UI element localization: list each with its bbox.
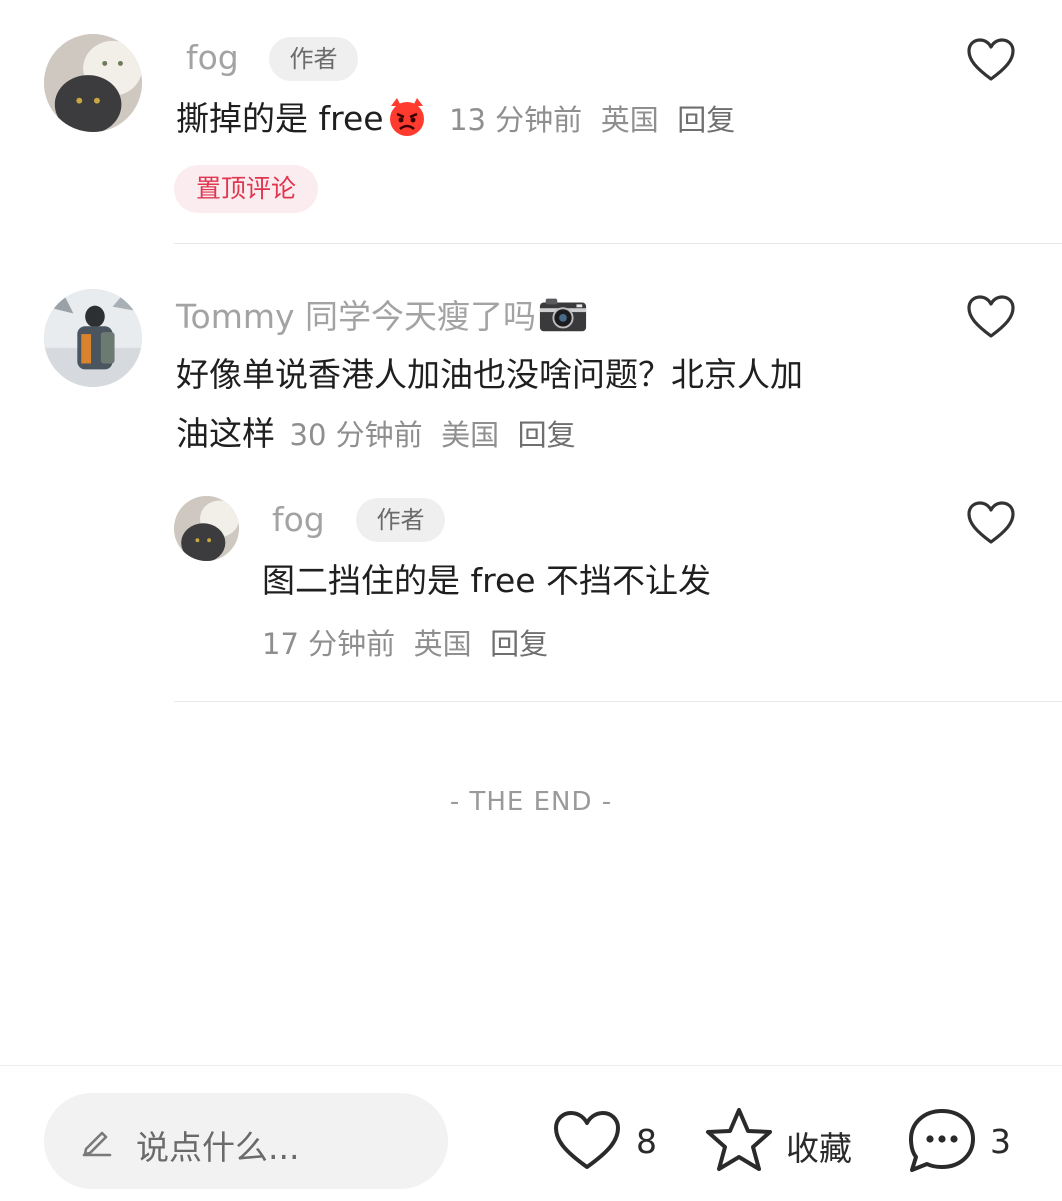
- like-heart-icon[interactable]: [966, 500, 1016, 546]
- avatar[interactable]: [174, 496, 239, 561]
- comment-body: 撕掉的是 free: [176, 99, 384, 138]
- comment-time: 30 分钟前: [289, 418, 423, 452]
- comment-time: 17 分钟前: [262, 627, 396, 661]
- reply-button[interactable]: 回复: [490, 627, 548, 661]
- username[interactable]: fog: [186, 38, 239, 78]
- comment-input[interactable]: 说点什么...: [44, 1093, 448, 1189]
- like-heart-icon[interactable]: [552, 1110, 622, 1172]
- pinned-comment-badge: 置顶评论: [174, 165, 318, 213]
- pencil-icon: [82, 1131, 112, 1157]
- author-tag: 作者: [356, 498, 445, 542]
- avatar[interactable]: [44, 289, 142, 387]
- avatar[interactable]: [44, 34, 142, 132]
- camera-emoji-icon: [539, 298, 587, 332]
- comment-body: 油这样: [176, 414, 275, 453]
- comment-bubble-icon[interactable]: [906, 1106, 978, 1176]
- collect-label[interactable]: 收藏: [786, 1122, 852, 1170]
- comment-location: 英国: [600, 103, 659, 137]
- star-icon[interactable]: [704, 1106, 774, 1174]
- author-tag: 作者: [269, 37, 358, 81]
- like-heart-icon[interactable]: [966, 294, 1016, 340]
- end-of-comments-label: - THE END -: [449, 787, 613, 817]
- comment-time: 13 分钟前: [449, 103, 583, 137]
- reply-button[interactable]: 回复: [677, 103, 735, 137]
- comment-count: 3: [990, 1122, 1011, 1161]
- angry-face-emoji-icon: [389, 98, 424, 136]
- username-text: Tommy 同学今天瘦了吗: [176, 297, 537, 336]
- comment-input-placeholder: 说点什么...: [136, 1128, 300, 1167]
- reply-button[interactable]: 回复: [518, 418, 576, 452]
- username[interactable]: fog: [272, 500, 325, 540]
- divider: [174, 243, 1062, 244]
- divider: [174, 701, 1062, 702]
- comment-location: 美国: [441, 418, 500, 452]
- username[interactable]: Tommy 同学今天瘦了吗: [176, 294, 588, 337]
- reply-meta: 17 分钟前 英国 回复: [262, 614, 548, 673]
- comment-text: 撕掉的是 free 13 分钟前 英国 回复: [176, 90, 735, 149]
- comment-location: 英国: [413, 627, 472, 661]
- bottom-action-bar: 说点什么... 8 收藏 3: [0, 1065, 1062, 1201]
- like-heart-icon[interactable]: [966, 37, 1016, 83]
- reply-text: 图二挡住的是 free 不挡不让发: [262, 561, 712, 600]
- comment-text-line1: 好像单说香港人加油也没啥问题？北京人加: [176, 355, 803, 394]
- comment-text-line2: 油这样 30 分钟前 美国 回复: [176, 405, 576, 464]
- like-count: 8: [636, 1122, 657, 1161]
